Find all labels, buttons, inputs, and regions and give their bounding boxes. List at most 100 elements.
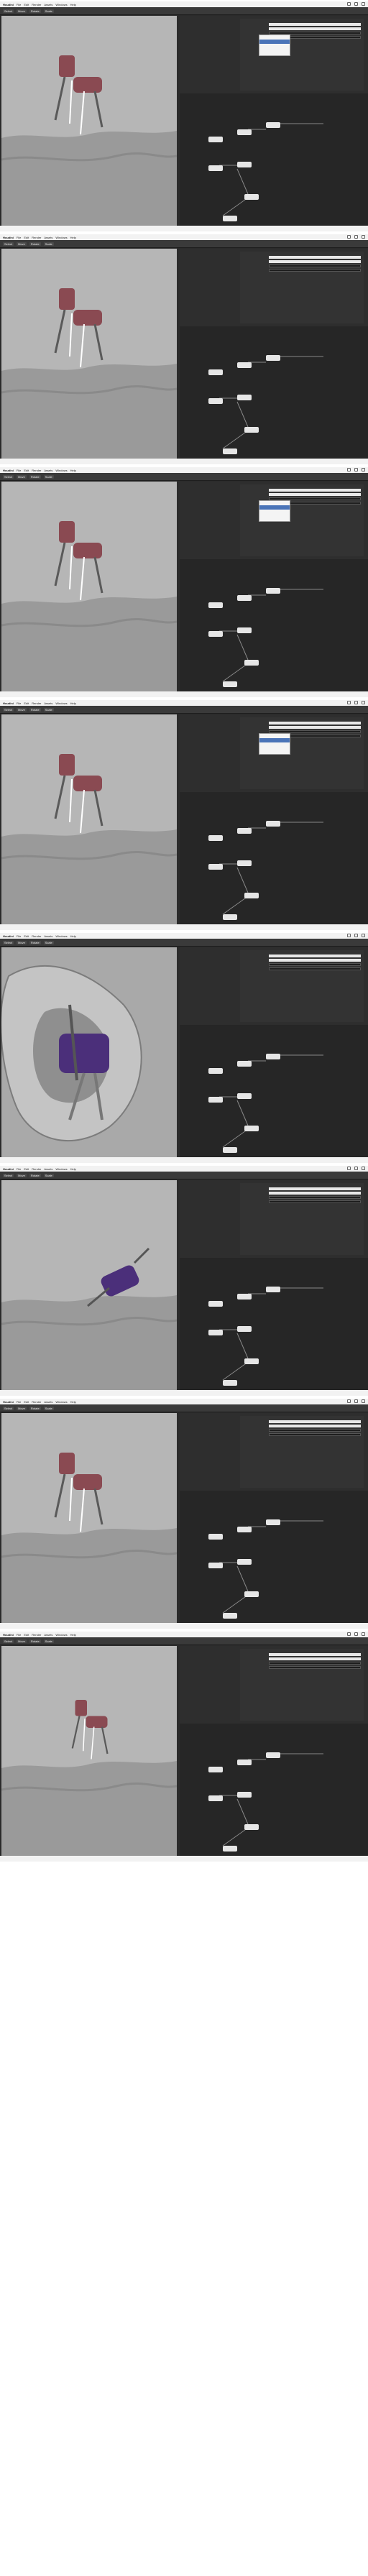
- maximize-icon[interactable]: [354, 235, 358, 239]
- close-icon[interactable]: [362, 2, 365, 6]
- close-icon[interactable]: [362, 1399, 365, 1403]
- node-network-canvas[interactable]: [180, 1025, 368, 1157]
- param-field[interactable]: [269, 954, 361, 957]
- tool-move-button[interactable]: Move: [17, 1406, 27, 1410]
- menu-item-help[interactable]: Help: [70, 1400, 76, 1404]
- menu-option[interactable]: [259, 514, 290, 518]
- menu-item-edit[interactable]: Edit: [24, 1633, 29, 1637]
- node-network-canvas[interactable]: [180, 93, 368, 226]
- tool-move-button[interactable]: Move: [17, 707, 27, 712]
- menu-item-assets[interactable]: Assets: [44, 934, 52, 938]
- tool-rotate-button[interactable]: Rotate: [29, 707, 41, 712]
- menu-item-file[interactable]: File: [17, 236, 21, 239]
- param-field[interactable]: [269, 1200, 361, 1203]
- param-field[interactable]: [269, 963, 361, 966]
- tool-scale-button[interactable]: Scale: [43, 1639, 54, 1643]
- scene-viewport[interactable]: [1, 249, 177, 459]
- close-icon[interactable]: [362, 468, 365, 472]
- minimize-icon[interactable]: [346, 934, 351, 937]
- node-network-canvas[interactable]: [180, 792, 368, 924]
- menu-item-render[interactable]: Render: [32, 1633, 41, 1637]
- tool-scale-button[interactable]: Scale: [43, 9, 54, 13]
- minimize-icon[interactable]: [346, 1167, 351, 1170]
- dropdown-menu[interactable]: [259, 733, 290, 755]
- menu-item-render[interactable]: Render: [32, 1400, 41, 1404]
- close-icon[interactable]: [362, 1632, 365, 1636]
- close-icon[interactable]: [362, 1167, 365, 1170]
- param-field[interactable]: [269, 967, 361, 970]
- minimize-icon[interactable]: [346, 468, 351, 472]
- menu-option[interactable]: [259, 747, 290, 751]
- tool-rotate-button[interactable]: Rotate: [29, 940, 41, 944]
- tool-move-button[interactable]: Move: [17, 9, 27, 13]
- close-icon[interactable]: [362, 934, 365, 937]
- scene-viewport[interactable]: [1, 1646, 177, 1856]
- param-field[interactable]: [269, 493, 361, 496]
- param-field[interactable]: [269, 1196, 361, 1199]
- tool-scale-button[interactable]: Scale: [43, 242, 54, 246]
- maximize-icon[interactable]: [354, 701, 358, 704]
- param-field[interactable]: [269, 260, 361, 263]
- menu-item-assets[interactable]: Assets: [44, 702, 52, 705]
- menu-item-file[interactable]: File: [17, 1633, 21, 1637]
- tool-scale-button[interactable]: Scale: [43, 1173, 54, 1177]
- node-network[interactable]: [180, 326, 368, 459]
- menu-item-render[interactable]: Render: [32, 1167, 41, 1171]
- viewport-render[interactable]: [1, 1413, 177, 1623]
- menu-item-edit[interactable]: Edit: [24, 469, 29, 472]
- tool-select-button[interactable]: Select: [3, 9, 14, 13]
- menu-item-assets[interactable]: Assets: [44, 1167, 52, 1171]
- param-field[interactable]: [269, 1666, 361, 1669]
- menu-option[interactable]: [259, 48, 290, 52]
- menu-item-edit[interactable]: Edit: [24, 702, 29, 705]
- node-network[interactable]: [180, 93, 368, 226]
- param-field[interactable]: [269, 489, 361, 492]
- node-network[interactable]: [180, 792, 368, 924]
- menu-item-windows[interactable]: Windows: [55, 1167, 67, 1171]
- tool-scale-button[interactable]: Scale: [43, 707, 54, 712]
- param-field[interactable]: [269, 1192, 361, 1195]
- menu-item-render[interactable]: Render: [32, 3, 41, 6]
- param-field[interactable]: [269, 1657, 361, 1660]
- minimize-icon[interactable]: [346, 235, 351, 239]
- menu-item-help[interactable]: Help: [70, 1167, 76, 1171]
- menu-item-help[interactable]: Help: [70, 3, 76, 6]
- tool-rotate-button[interactable]: Rotate: [29, 1406, 41, 1410]
- tool-scale-button[interactable]: Scale: [43, 474, 54, 479]
- menu-item-houdini[interactable]: Houdini: [3, 236, 14, 239]
- menu-item-houdini[interactable]: Houdini: [3, 1633, 14, 1637]
- menu-item-file[interactable]: File: [17, 1167, 21, 1171]
- node-network-canvas[interactable]: [180, 326, 368, 459]
- menu-item-houdini[interactable]: Houdini: [3, 469, 14, 472]
- tool-select-button[interactable]: Select: [3, 1639, 14, 1643]
- node-network-canvas[interactable]: [180, 1724, 368, 1856]
- maximize-icon[interactable]: [354, 2, 358, 6]
- menu-item-assets[interactable]: Assets: [44, 469, 52, 472]
- menu-item-windows[interactable]: Windows: [55, 702, 67, 705]
- menu-item-help[interactable]: Help: [70, 236, 76, 239]
- node-network-canvas[interactable]: [180, 1491, 368, 1623]
- param-field[interactable]: [269, 1662, 361, 1665]
- menu-item-windows[interactable]: Windows: [55, 3, 67, 6]
- menu-item-assets[interactable]: Assets: [44, 1633, 52, 1637]
- scene-viewport[interactable]: [1, 16, 177, 226]
- dropdown-menu[interactable]: [259, 500, 290, 522]
- node-network[interactable]: [180, 1491, 368, 1623]
- menu-item-houdini[interactable]: Houdini: [3, 1167, 14, 1171]
- tool-select-button[interactable]: Select: [3, 242, 14, 246]
- tool-move-button[interactable]: Move: [17, 242, 27, 246]
- menu-item-file[interactable]: File: [17, 1400, 21, 1404]
- menu-item-windows[interactable]: Windows: [55, 1633, 67, 1637]
- menu-item-windows[interactable]: Windows: [55, 469, 67, 472]
- tool-move-button[interactable]: Move: [17, 474, 27, 479]
- close-icon[interactable]: [362, 701, 365, 704]
- viewport-render[interactable]: [1, 947, 177, 1157]
- menu-item-windows[interactable]: Windows: [55, 236, 67, 239]
- param-field[interactable]: [269, 726, 361, 729]
- scene-viewport[interactable]: [1, 947, 177, 1157]
- tool-scale-button[interactable]: Scale: [43, 940, 54, 944]
- tool-select-button[interactable]: Select: [3, 1173, 14, 1177]
- param-field[interactable]: [269, 23, 361, 26]
- tool-select-button[interactable]: Select: [3, 707, 14, 712]
- tool-move-button[interactable]: Move: [17, 1173, 27, 1177]
